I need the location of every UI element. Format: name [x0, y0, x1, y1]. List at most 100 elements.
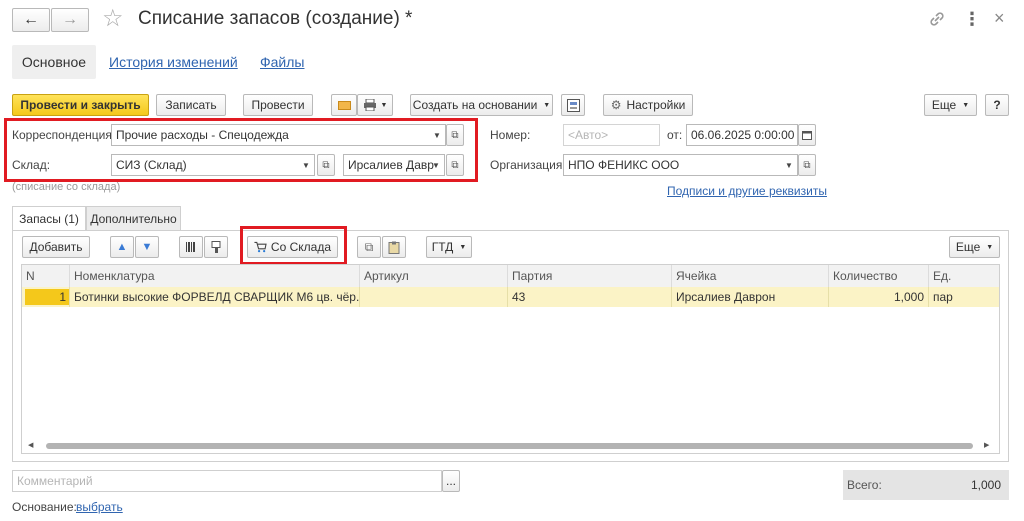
arrow-up-icon: ▲: [116, 241, 128, 253]
number-field[interactable]: <Авто>: [563, 124, 660, 146]
scroll-left-icon[interactable]: ◀: [28, 441, 33, 449]
copy-button[interactable]: ⧉: [357, 236, 381, 258]
email-button[interactable]: [331, 94, 357, 116]
post-and-close-button[interactable]: Провести и закрыть: [12, 94, 149, 116]
page-title: Списание запасов (создание) *: [138, 8, 413, 29]
structure-icon: [566, 98, 580, 112]
organization-label: Организация:: [490, 158, 566, 172]
batch-cell[interactable]: 43: [508, 287, 672, 307]
column-header-article[interactable]: Артикул: [360, 265, 508, 287]
post-button[interactable]: Провести: [243, 94, 313, 116]
create-based-on-button[interactable]: Создать на основании ▼: [410, 94, 553, 116]
open-icon: ⧉: [451, 129, 459, 141]
unit-cell[interactable]: пар: [929, 287, 999, 307]
gtd-button[interactable]: ГТД ▼: [426, 236, 472, 258]
column-header-batch[interactable]: Партия: [508, 265, 672, 287]
open-icon: ⧉: [322, 159, 330, 171]
comment-field[interactable]: Комментарий: [12, 470, 442, 492]
settings-button[interactable]: ⚙ Настройки: [603, 94, 693, 116]
tab-additional[interactable]: Дополнительно: [86, 206, 181, 231]
scroll-right-icon[interactable]: ▶: [984, 441, 989, 449]
warehouse-label: Склад:: [12, 158, 51, 172]
calendar-icon: [802, 131, 812, 140]
link-icon[interactable]: [928, 10, 946, 28]
quantity-cell[interactable]: 1,000: [829, 287, 929, 307]
cart-icon: [254, 241, 267, 253]
table-header: N Номенклатура Артикул Партия Ячейка Кол…: [22, 265, 999, 287]
column-header-n[interactable]: N: [22, 265, 70, 287]
structure-button[interactable]: [561, 94, 585, 116]
date-field[interactable]: 06.06.2025 0:00:00: [686, 124, 798, 146]
column-header-unit[interactable]: Ед.: [929, 265, 999, 287]
organization-open-button[interactable]: ⧉: [798, 154, 816, 176]
cell-location-cell[interactable]: Ирсалиев Даврон: [672, 287, 829, 307]
correspondence-field[interactable]: Прочие расходы - Спецодежда ▼: [111, 124, 446, 146]
total-value: 1,000: [970, 478, 1001, 492]
favorite-star-icon[interactable]: ☆: [102, 4, 124, 33]
basis-select-link[interactable]: выбрать: [76, 500, 123, 514]
tab-stocks[interactable]: Запасы (1): [12, 206, 86, 231]
open-icon: ⧉: [451, 159, 459, 171]
chevron-down-icon: ▼: [459, 243, 467, 251]
tab-files[interactable]: Файлы: [260, 54, 304, 70]
move-up-button[interactable]: ▲: [110, 236, 134, 258]
add-button[interactable]: Добавить: [22, 236, 90, 258]
responsible-person-field[interactable]: Ирсалиев Давр ▼: [343, 154, 445, 176]
organization-field[interactable]: НПО ФЕНИКС ООО ▼: [563, 154, 798, 176]
barcode-icon: [186, 242, 195, 252]
help-button[interactable]: ?: [985, 94, 1009, 116]
move-down-button[interactable]: ▼: [135, 236, 159, 258]
tab-main[interactable]: Основное: [12, 45, 96, 79]
column-header-quantity[interactable]: Количество: [829, 265, 929, 287]
chevron-down-icon: ▼: [543, 101, 551, 109]
chevron-down-icon[interactable]: ▼: [781, 155, 797, 175]
signatures-link[interactable]: Подписи и другие реквизиты: [667, 184, 827, 198]
barcode-button[interactable]: [179, 236, 203, 258]
print-button[interactable]: ▼: [357, 94, 393, 116]
table-more-button[interactable]: Еще ▼: [949, 236, 1000, 258]
total-panel: Всего: 1,000: [843, 470, 1009, 500]
column-header-cell[interactable]: Ячейка: [672, 265, 829, 287]
paste-icon: [388, 241, 400, 254]
nomenclature-cell[interactable]: Ботинки высокие ФОРВЕЛД СВАРЩИК М6 цв. ч…: [70, 287, 360, 307]
warehouse-open-button[interactable]: ⧉: [317, 154, 335, 176]
envelope-icon: [337, 100, 351, 110]
chevron-down-icon: ▼: [962, 101, 970, 109]
scanner-button[interactable]: [204, 236, 228, 258]
arrow-left-icon: ←: [23, 11, 39, 28]
scrollbar-thumb[interactable]: [46, 443, 973, 449]
chevron-down-icon[interactable]: ▼: [298, 155, 314, 175]
more-vertical-icon[interactable]: ⋮: [963, 9, 981, 30]
comment-expand-button[interactable]: ...: [442, 470, 460, 492]
number-label: Номер:: [490, 128, 531, 142]
more-button[interactable]: Еще ▼: [924, 94, 977, 116]
horizontal-scrollbar[interactable]: ◀ ▶: [22, 439, 999, 453]
tab-history[interactable]: История изменений: [109, 54, 238, 70]
calendar-button[interactable]: [798, 124, 816, 146]
person-open-button[interactable]: ⧉: [446, 154, 464, 176]
row-number-cell[interactable]: 1: [22, 287, 70, 307]
article-cell[interactable]: [360, 287, 508, 307]
arrow-right-icon: →: [62, 11, 78, 28]
stocks-table: N Номенклатура Артикул Партия Ячейка Кол…: [21, 264, 1000, 454]
scanner-icon: [211, 240, 221, 253]
correspondence-open-button[interactable]: ⧉: [446, 124, 464, 146]
forward-button[interactable]: →: [51, 8, 89, 32]
chevron-down-icon: ▼: [986, 243, 994, 251]
total-label: Всего:: [847, 478, 882, 492]
table-row[interactable]: 1 Ботинки высокие ФОРВЕЛД СВАРЩИК М6 цв.…: [22, 287, 999, 307]
chevron-down-icon[interactable]: ▼: [428, 155, 444, 175]
from-warehouse-button[interactable]: Со Склада: [247, 236, 338, 258]
paste-button[interactable]: [382, 236, 406, 258]
chevron-down-icon[interactable]: ▼: [429, 125, 445, 145]
correspondence-label: Корреспонденция:: [12, 128, 116, 142]
save-button[interactable]: Записать: [156, 94, 226, 116]
close-icon[interactable]: ×: [994, 8, 1005, 29]
basis-label: Основание:: [12, 500, 77, 514]
printer-icon: [363, 99, 376, 111]
back-button[interactable]: ←: [12, 8, 50, 32]
copy-icon: ⧉: [364, 239, 374, 254]
date-label: от:: [667, 128, 683, 142]
warehouse-field[interactable]: СИЗ (Склад) ▼: [111, 154, 315, 176]
column-header-nomenclature[interactable]: Номенклатура: [70, 265, 360, 287]
